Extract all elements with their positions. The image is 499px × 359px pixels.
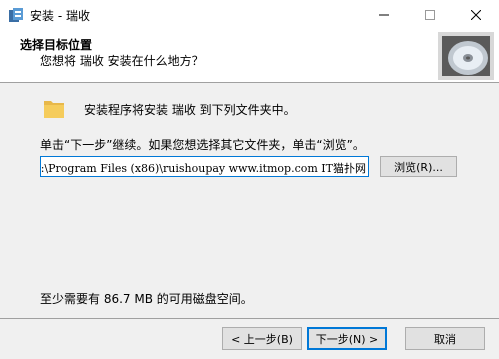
- title-bar: 安装 - 瑞收: [0, 0, 499, 30]
- instruction-text: 单击“下一步”继续。如果您想选择其它文件夹，单击“浏览”。: [40, 138, 365, 152]
- folder-message: 安装程序将安装 瑞收 到下列文件夹中。: [84, 103, 296, 117]
- space-required-text: 至少需要有 86.7 MB 的可用磁盘空间。: [40, 292, 253, 306]
- close-icon: [471, 10, 481, 20]
- folder-icon: [44, 101, 64, 118]
- minimize-icon: [379, 14, 389, 16]
- page-subtitle: 您想将 瑞收 安装在什么地方？: [40, 54, 204, 68]
- close-button[interactable]: [453, 0, 499, 30]
- footer-divider: [0, 318, 499, 319]
- cd-disc-icon: [438, 32, 494, 80]
- cancel-button[interactable]: 取消: [405, 327, 485, 350]
- wizard-header: 选择目标位置 您想将 瑞收 安装在什么地方？: [0, 30, 499, 83]
- window-title: 安装 - 瑞收: [30, 9, 90, 23]
- maximize-icon: [425, 10, 435, 20]
- browse-button[interactable]: 浏览(R)...: [380, 156, 457, 177]
- next-button[interactable]: 下一步(N) >: [307, 327, 387, 350]
- back-button[interactable]: < 上一步(B): [222, 327, 302, 350]
- installer-app-icon: [9, 8, 23, 22]
- install-path-field[interactable]: C:\Program Files (x86)\ruishoupay www.it…: [40, 156, 369, 177]
- wizard-body: 安装程序将安装 瑞收 到下列文件夹中。 单击“下一步”继续。如果您想选择其它文件…: [0, 84, 499, 319]
- minimize-button[interactable]: [361, 0, 407, 30]
- page-title: 选择目标位置: [20, 38, 93, 52]
- maximize-button[interactable]: [407, 0, 453, 30]
- install-path-value: C:\Program Files (x86)\ruishoupay www.it…: [40, 162, 366, 175]
